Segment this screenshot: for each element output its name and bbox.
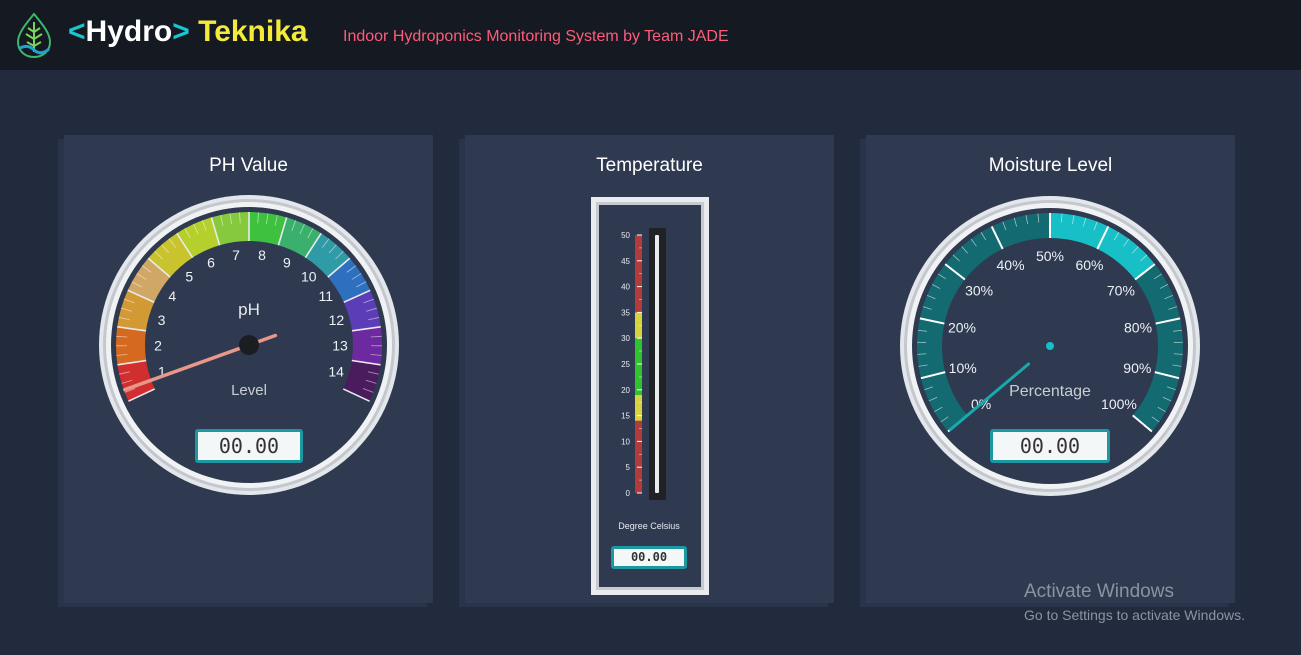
thermometer-tick-label: 50 xyxy=(621,231,630,240)
windows-activation-watermark: Activate Windows Go to Settings to activ… xyxy=(1024,581,1245,623)
thermometer-tick-label: 40 xyxy=(621,283,630,292)
brand-teknika: Teknika xyxy=(198,15,308,48)
ph-tick-label: 3 xyxy=(158,312,166,328)
moisture-tick-label: 40% xyxy=(997,257,1025,273)
thermometer-tick-label: 30 xyxy=(621,334,630,343)
app-subtitle: Indoor Hydroponics Monitoring System by … xyxy=(343,28,729,45)
thermometer-tick-label: 45 xyxy=(621,257,630,266)
temperature-value-readout: 00.00 xyxy=(611,546,687,569)
ph-tick-label: 14 xyxy=(328,363,344,379)
thermometer-scale-band xyxy=(635,338,642,395)
thermometer-tube-glass xyxy=(655,235,659,493)
moisture-value-readout: 00.00 xyxy=(990,429,1110,463)
thermometer-tick-label: 10 xyxy=(621,437,630,446)
ph-tick-label: 7 xyxy=(232,247,240,263)
moisture-minor-tick xyxy=(917,353,927,355)
ph-tick-label: 2 xyxy=(154,338,162,354)
temperature-card: Temperature 0 5 10 15 20 25 30 35 40 45 50 Degree C… xyxy=(465,135,834,603)
thermometer-tick-label: 5 xyxy=(626,463,631,472)
moisture-needle-hub xyxy=(1046,342,1054,350)
watermark-line1: Activate Windows xyxy=(1024,581,1174,602)
ph-level-label: Level xyxy=(231,382,267,399)
ph-tick-label: 13 xyxy=(332,338,348,354)
moisture-tick-label: 30% xyxy=(965,283,993,299)
moisture-tick-label: 20% xyxy=(948,319,976,335)
moisture-tick-label: 100% xyxy=(1101,396,1137,412)
thermometer-tick-label: 15 xyxy=(621,412,630,421)
moisture-tick-label: 90% xyxy=(1123,360,1151,376)
ph-tick-label: 10 xyxy=(301,268,317,284)
moisture-tick-label: 80% xyxy=(1124,319,1152,335)
ph-gauge: 123456 7 8 91011121314pHLevel xyxy=(99,195,399,495)
brand-open-bracket: < xyxy=(68,15,86,48)
thermometer-scale-band xyxy=(635,420,642,493)
thermometer-tick-label: 35 xyxy=(621,308,630,317)
ph-card: PH Value 1 2 3 4 5 6 7 8 9 10 11 12 13 14 pH Level 00.0… xyxy=(64,135,433,603)
leaf-drop-logo-icon xyxy=(16,12,52,58)
moisture-tick-label: 50% xyxy=(1036,248,1064,264)
moisture-tick-label: 70% xyxy=(1107,283,1135,299)
ph-tick-label: 12 xyxy=(329,312,345,328)
ph-tick-label: 4 xyxy=(168,288,176,304)
ph-value-readout: 00.00 xyxy=(195,429,303,463)
moisture-unit-label: Percentage xyxy=(1009,383,1091,400)
thermometer-tick-label: 0 xyxy=(626,489,631,498)
watermark-line2: Go to Settings to activate Windows. xyxy=(1024,607,1245,623)
ph-tick-label: 6 xyxy=(207,254,215,270)
moisture-tick-label: 60% xyxy=(1075,257,1103,273)
brand-hydro: Hydro xyxy=(85,15,173,48)
thermometer-scale-band xyxy=(635,394,642,421)
thermometer-gauge: 0 5 10 15 20 25 30 35 40 45 50 Degree Celsius xyxy=(591,197,709,595)
brand-close-bracket: > xyxy=(172,15,190,48)
ph-tick-label: 8 xyxy=(258,247,266,263)
moisture-minor-tick xyxy=(1173,353,1183,355)
ph-tick-label: 5 xyxy=(185,268,193,284)
ph-needle-hub xyxy=(239,335,259,355)
ph-tick-label: 11 xyxy=(318,288,333,304)
top-navbar: <Hydro> Teknika Indoor Hydroponics Monit… xyxy=(0,0,1301,70)
thermometer-tick-label: 20 xyxy=(621,386,630,395)
brand-title[interactable]: <Hydro> Teknika xyxy=(68,15,308,49)
ph-unit-label: pH xyxy=(238,300,260,319)
thermometer-unit-label: Degree Celsius xyxy=(618,521,680,531)
ph-tick-label: 9 xyxy=(283,254,291,270)
thermometer-tick-label: 25 xyxy=(621,360,630,369)
moisture-tick-label: 10% xyxy=(949,360,977,376)
moisture-gauge: 0%10%20%30%40%50%60%70%80%90%100%Percent… xyxy=(900,196,1200,496)
moisture-card: Moisture Level 0%10%20%30%40%50%60%70%80… xyxy=(866,135,1235,603)
